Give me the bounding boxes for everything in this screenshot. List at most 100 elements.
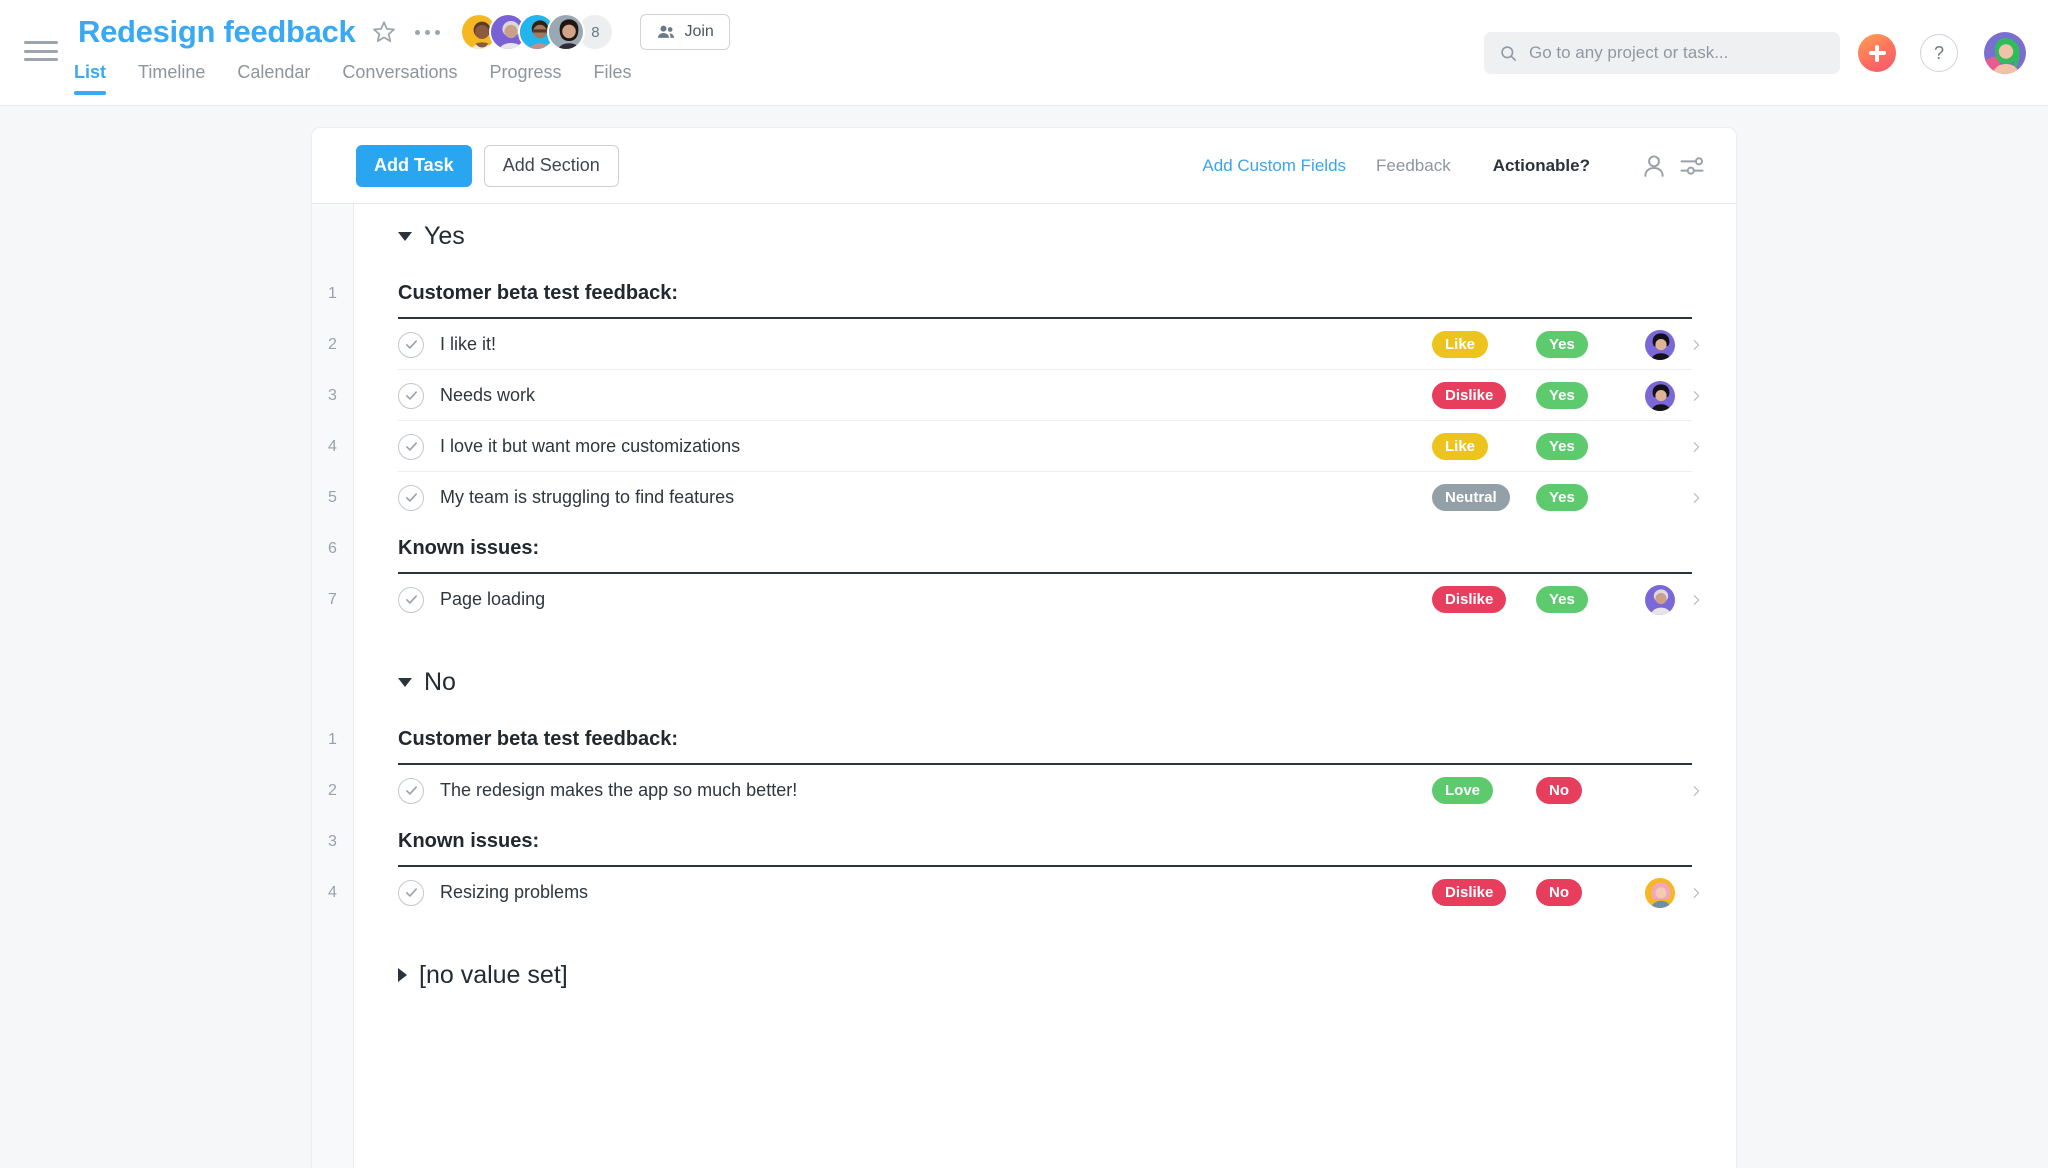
avatar[interactable] (547, 13, 586, 51)
table-row[interactable]: My team is struggling to find features N… (354, 472, 1736, 523)
add-custom-fields-link[interactable]: Add Custom Fields (1202, 156, 1346, 176)
avatar[interactable] (1645, 329, 1675, 360)
tab-conversations[interactable]: Conversations (326, 62, 473, 95)
tab-files[interactable]: Files (578, 62, 648, 95)
check-icon (405, 442, 417, 451)
gutter-spacer (312, 650, 353, 714)
row-number: 1 (328, 731, 337, 748)
cell-feedback[interactable]: Like (1432, 433, 1536, 460)
hamburger-line (24, 49, 58, 53)
row-cells: Like Yes (1432, 433, 1706, 460)
cell-assignee[interactable] (1634, 329, 1686, 360)
cell-actionable[interactable]: Yes (1536, 382, 1634, 409)
join-button[interactable]: Join (640, 14, 730, 50)
page-title[interactable]: Redesign feedback (78, 12, 356, 52)
user-avatar[interactable] (1984, 32, 2026, 74)
row-number: 1 (328, 285, 337, 302)
add-task-button[interactable]: Add Task (356, 144, 472, 187)
task-row-subheader[interactable]: Customer beta test feedback: (354, 268, 1736, 319)
complete-task-checkbox[interactable] (398, 484, 424, 511)
cell-feedback[interactable]: Dislike (1432, 382, 1536, 409)
tab-calendar[interactable]: Calendar (221, 62, 326, 95)
check-icon (405, 493, 417, 502)
cell-feedback[interactable]: Dislike (1432, 586, 1536, 613)
table-row[interactable]: Resizing problems Dislike No (354, 867, 1736, 918)
status-badge-feedback: Dislike (1432, 879, 1507, 906)
search-placeholder: Go to any project or task... (1529, 43, 1729, 62)
complete-task-checkbox[interactable] (398, 433, 424, 460)
cell-actionable[interactable]: Yes (1536, 586, 1634, 613)
task-row-subheader[interactable]: Customer beta test feedback: (354, 714, 1736, 765)
cell-assignee[interactable] (1634, 584, 1686, 615)
column-header-actionable[interactable]: Actionable? (1493, 156, 1590, 176)
avatar[interactable] (1645, 584, 1675, 615)
people-icon (658, 25, 675, 38)
caret-right-icon[interactable] (398, 968, 407, 982)
hamburger-menu-icon[interactable] (24, 38, 58, 64)
subheader-label: Known issues: (398, 537, 540, 559)
section-header-yes[interactable]: Yes (354, 204, 1736, 268)
table-row[interactable]: Needs work Dislike Yes (354, 370, 1736, 421)
member-avatar-group[interactable]: 8 (460, 13, 615, 51)
cell-feedback[interactable]: Neutral (1432, 484, 1536, 511)
table-row[interactable]: Page loading Dislike Yes (354, 574, 1736, 625)
cell-actionable[interactable]: No (1536, 777, 1634, 804)
cell-feedback[interactable]: Dislike (1432, 879, 1536, 906)
search-input[interactable]: Go to any project or task... (1484, 32, 1840, 74)
status-badge-feedback: Dislike (1432, 586, 1507, 613)
cell-actionable[interactable]: Yes (1536, 484, 1634, 511)
task-name: Resizing problems (440, 882, 589, 902)
complete-task-checkbox[interactable] (398, 382, 424, 409)
expand-task-chevron-icon[interactable] (1686, 337, 1706, 353)
table-row[interactable]: I like it! Like Yes (354, 319, 1736, 370)
section-header-no-value-set[interactable]: [no value set] (354, 943, 1736, 1007)
ellipsis-icon[interactable] (415, 19, 441, 45)
subheader-label: Known issues: (398, 830, 540, 852)
cell-actionable[interactable]: Yes (1536, 433, 1634, 460)
table-row[interactable]: I love it but want more customizations L… (354, 421, 1736, 472)
status-badge-actionable: Yes (1536, 331, 1588, 358)
complete-task-checkbox[interactable] (398, 777, 424, 804)
person-icon[interactable] (1640, 152, 1668, 180)
table-row[interactable]: The redesign makes the app so much bette… (354, 765, 1736, 816)
cell-feedback[interactable]: Like (1432, 331, 1536, 358)
subheader-label: Customer beta test feedback: (398, 728, 679, 750)
section-title: No (424, 667, 456, 696)
add-section-button[interactable]: Add Section (483, 144, 619, 187)
cell-assignee[interactable] (1634, 380, 1686, 411)
cell-assignee[interactable] (1634, 877, 1686, 908)
expand-task-chevron-icon[interactable] (1686, 592, 1706, 608)
cell-feedback[interactable]: Love (1432, 777, 1536, 804)
expand-task-chevron-icon[interactable] (1686, 388, 1706, 404)
cell-actionable[interactable]: Yes (1536, 331, 1634, 358)
gutter-spacer (312, 625, 353, 650)
avatar[interactable] (1645, 380, 1675, 411)
tab-timeline[interactable]: Timeline (122, 62, 221, 95)
task-row-subheader[interactable]: Known issues: (354, 816, 1736, 867)
task-row-subheader[interactable]: Known issues: (354, 523, 1736, 574)
complete-task-checkbox[interactable] (398, 586, 424, 613)
sliders-icon[interactable] (1678, 152, 1706, 180)
create-new-button[interactable] (1858, 34, 1896, 72)
tab-progress[interactable]: Progress (473, 62, 577, 95)
complete-task-checkbox[interactable] (398, 879, 424, 906)
check-icon (405, 340, 417, 349)
row-cells: Like Yes (1432, 329, 1706, 360)
column-header-feedback[interactable]: Feedback (1376, 156, 1451, 176)
cell-actionable[interactable]: No (1536, 879, 1634, 906)
tab-list[interactable]: List (74, 62, 122, 95)
expand-task-chevron-icon[interactable] (1686, 783, 1706, 799)
avatar[interactable] (1645, 877, 1675, 908)
complete-task-checkbox[interactable] (398, 331, 424, 358)
caret-down-icon[interactable] (398, 231, 412, 241)
expand-task-chevron-icon[interactable] (1686, 490, 1706, 506)
ellipsis-dot (435, 29, 441, 35)
expand-task-chevron-icon[interactable] (1686, 439, 1706, 455)
help-button[interactable]: ? (1920, 34, 1958, 72)
join-button-label: Join (684, 23, 714, 40)
expand-task-chevron-icon[interactable] (1686, 885, 1706, 901)
section-header-no[interactable]: No (354, 650, 1736, 714)
star-icon[interactable] (371, 19, 397, 45)
caret-down-icon[interactable] (398, 677, 412, 687)
